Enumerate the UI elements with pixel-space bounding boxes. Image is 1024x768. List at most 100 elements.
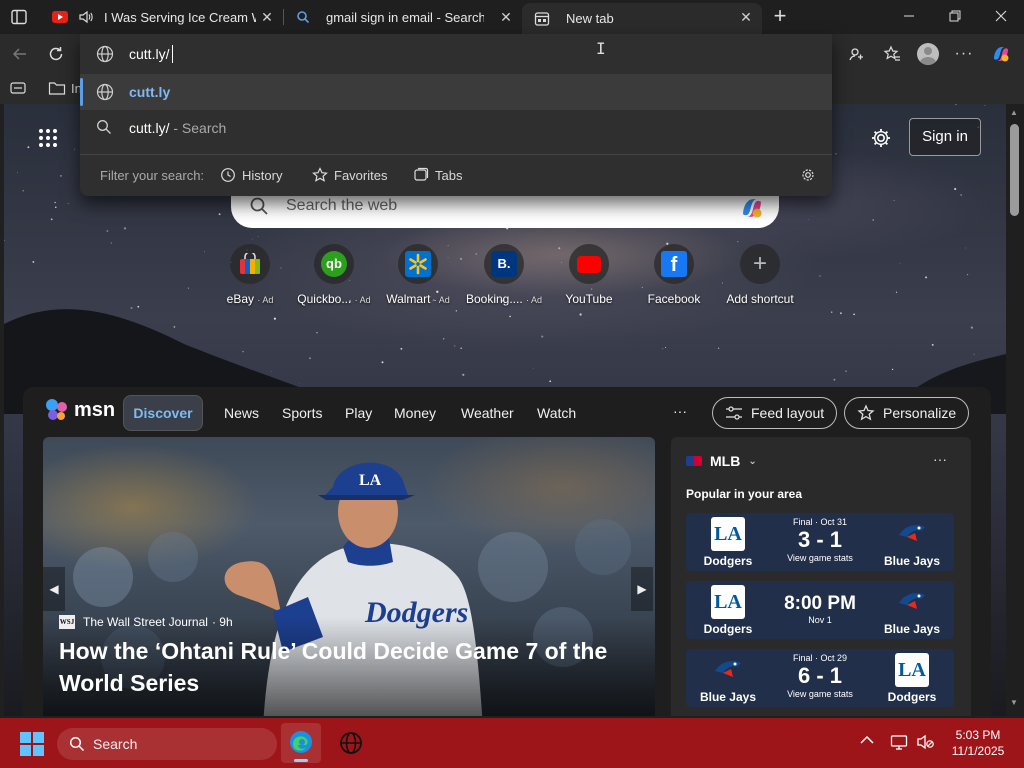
team-home: LA Dodgers — [698, 517, 758, 568]
shortcut-youtube[interactable]: YouTube — [547, 244, 631, 306]
mlb-more-icon[interactable]: ··· — [933, 451, 947, 467]
dodgers-logo-icon: LA — [711, 517, 745, 551]
scroll-up-icon[interactable]: ▲ — [1010, 108, 1018, 117]
shortcut-booking[interactable]: B. Booking.... · Ad — [462, 244, 546, 306]
taskbar-search-box[interactable]: Search — [57, 728, 277, 760]
tab-sports[interactable]: Sports — [282, 405, 322, 421]
text-caret — [172, 45, 173, 63]
feed-layout-button[interactable]: Feed layout — [712, 397, 838, 429]
shortcut-label: Quickbo... — [297, 292, 352, 306]
show-hidden-icons[interactable] — [860, 735, 874, 745]
volume-muted-icon[interactable] — [916, 734, 934, 750]
svg-text:LA: LA — [359, 472, 382, 489]
suggestion-search[interactable]: cutt.ly/ - Search — [80, 110, 832, 146]
facebook-icon: f — [654, 244, 694, 284]
page-scrollbar[interactable]: ▲ ▼ — [1006, 104, 1024, 716]
msn-logo[interactable]: msn — [44, 397, 115, 423]
close-window-button[interactable] — [978, 0, 1024, 32]
team-away: LA Dodgers — [882, 653, 942, 704]
refresh-button[interactable] — [41, 39, 71, 69]
reading-view-icon[interactable] — [10, 81, 26, 95]
search-icon — [69, 736, 85, 752]
address-input[interactable]: cutt.ly/ — [129, 46, 169, 62]
hero-story-card[interactable]: LA Dodgers ◀ ▶ WSJ The Wall Street Journ… — [43, 437, 655, 716]
more-menu-icon[interactable]: ··· — [949, 39, 979, 69]
filter-favorites[interactable]: Favorites — [312, 167, 387, 183]
quickbooks-icon: qb — [314, 244, 354, 284]
story-headline[interactable]: How the ‘Ohtani Rule’ Could Decide Game … — [59, 635, 639, 699]
msn-feed: msn Discover News Sports Play Money Weat… — [23, 387, 991, 716]
apps-grid-icon[interactable] — [38, 128, 58, 148]
ebay-icon — [230, 244, 270, 284]
chevron-down-icon[interactable]: ⌄ — [748, 456, 756, 467]
taskbar-edge-app[interactable] — [281, 723, 321, 763]
address-bar-dropdown: cutt.ly/ I cutt.ly cutt.ly/ - Search Fil… — [80, 34, 832, 196]
suggestion-url[interactable]: cutt.ly — [80, 74, 832, 110]
plus-icon: + — [740, 244, 780, 284]
network-icon[interactable] — [890, 733, 908, 751]
game-score: Final · Oct 31 3 - 1 View game stats — [787, 517, 853, 563]
taskbar-browser-app[interactable] — [331, 723, 371, 763]
carousel-next-button[interactable]: ▶ — [631, 567, 653, 611]
game-card[interactable]: Blue Jays Final · Oct 29 6 - 1 View game… — [686, 649, 954, 707]
shortcut-walmart[interactable]: Walmart · Ad — [376, 244, 460, 306]
clock[interactable]: 5:03 PM 11/1/2025 — [946, 727, 1010, 759]
tab-play[interactable]: Play — [345, 405, 372, 421]
search-filter-row: Filter your search: History Favorites Ta… — [80, 154, 832, 194]
copilot-icon[interactable] — [986, 39, 1016, 69]
mlb-header[interactable]: MLB ⌄ — [686, 453, 757, 469]
shortcut-label: Walmart — [386, 292, 431, 306]
extensions-icon[interactable] — [841, 39, 871, 69]
tab-gmail-search[interactable]: gmail sign in email - Search ✕ — [284, 3, 522, 31]
shortcut-ebay[interactable]: eBay · Ad — [208, 244, 292, 306]
favorites-icon[interactable] — [877, 39, 907, 69]
restore-button[interactable] — [932, 0, 978, 32]
tab-weather[interactable]: Weather — [461, 405, 514, 421]
filter-label: Filter your search: — [100, 168, 205, 183]
folder-icon[interactable] — [48, 80, 66, 96]
scroll-thumb[interactable] — [1010, 124, 1019, 216]
shortcut-label: Booking.... — [465, 292, 523, 306]
search-settings-icon[interactable] — [800, 167, 816, 183]
walmart-icon — [398, 244, 438, 284]
tab-new-tab[interactable]: New tab ✕ — [522, 3, 762, 34]
scroll-down-icon[interactable]: ▼ — [1010, 698, 1018, 707]
tab-actions-icon[interactable] — [10, 8, 28, 26]
tab-money[interactable]: Money — [394, 405, 436, 421]
carousel-prev-button[interactable]: ◀ — [43, 567, 65, 611]
shortcut-label: Facebook — [647, 292, 701, 306]
game-card[interactable]: LA Dodgers 8:00 PM Nov 1 Blue Jays — [686, 581, 954, 639]
shortcut-label: Add shortcut — [726, 292, 794, 306]
filter-history[interactable]: History — [220, 167, 282, 183]
close-tab-icon[interactable]: ✕ — [498, 9, 514, 25]
team-home: LA Dodgers — [698, 585, 758, 636]
sign-in-button[interactable]: Sign in — [909, 118, 981, 156]
story-source: WSJ The Wall Street Journal · 9h — [59, 615, 233, 629]
game-card[interactable]: LA Dodgers Final · Oct 31 3 - 1 View gam… — [686, 513, 954, 571]
tab-news[interactable]: News — [224, 405, 259, 421]
close-tab-icon[interactable]: ✕ — [738, 9, 754, 25]
minimize-button[interactable] — [886, 0, 932, 32]
windows-start-icon[interactable] — [20, 732, 44, 756]
tab-youtube[interactable]: I Was Serving Ice Cream With ✕ — [40, 3, 283, 31]
more-nav-icon[interactable]: ··· — [673, 403, 687, 419]
address-bar[interactable]: cutt.ly/ I — [80, 34, 832, 74]
shortcut-quickbooks[interactable]: qb Quickbo... · Ad — [292, 244, 376, 306]
shortcut-facebook[interactable]: f Facebook — [632, 244, 716, 306]
shortcut-label: YouTube — [565, 292, 613, 306]
personalize-button[interactable]: Personalize — [844, 397, 970, 429]
page-settings-icon[interactable] — [870, 127, 892, 149]
team-away: Blue Jays — [882, 585, 942, 636]
profile-avatar[interactable] — [913, 39, 943, 69]
back-button[interactable] — [5, 39, 35, 69]
shortcut-add[interactable]: + Add shortcut — [718, 244, 802, 306]
copilot-icon[interactable] — [738, 194, 766, 222]
tab-watch[interactable]: Watch — [537, 405, 576, 421]
filter-tabs[interactable]: Tabs — [413, 167, 462, 183]
tab-discover[interactable]: Discover — [123, 395, 203, 431]
blue-jays-logo-icon — [895, 585, 929, 619]
mlb-subtitle: Popular in your area — [686, 487, 803, 501]
speaker-icon[interactable] — [78, 9, 94, 25]
close-tab-icon[interactable]: ✕ — [259, 9, 275, 25]
new-tab-button[interactable]: + — [768, 5, 792, 29]
